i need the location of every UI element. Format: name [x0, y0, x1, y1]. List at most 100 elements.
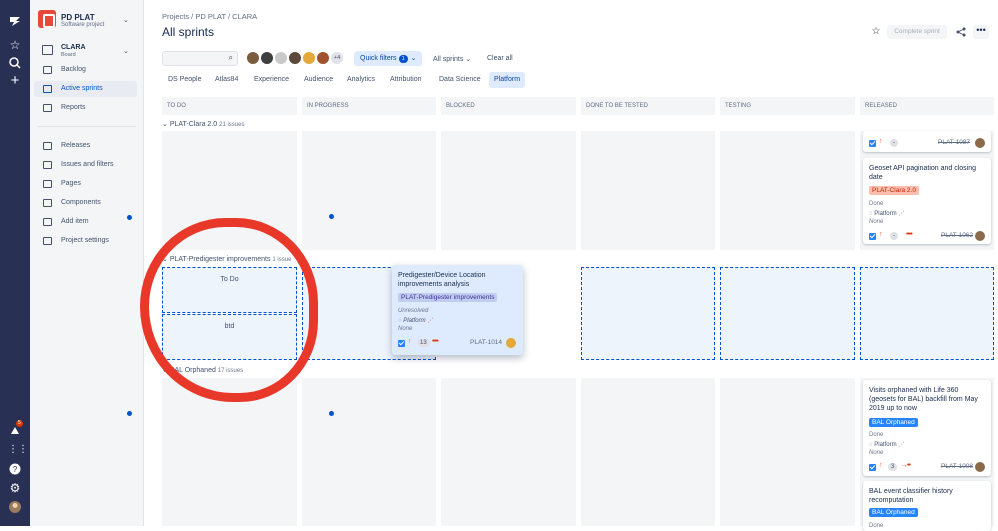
avatar[interactable]	[246, 51, 260, 65]
settings-gear-icon	[43, 237, 52, 245]
active-sprints-icon	[43, 85, 52, 93]
add-item-icon	[43, 218, 52, 226]
issue-summary: Geoset API pagination and closing date	[869, 165, 977, 181]
component-name: Platform	[403, 318, 426, 324]
help-icon[interactable]: ?	[8, 462, 22, 476]
more-avatars[interactable]: +4	[330, 51, 344, 65]
sidebar-item-backlog[interactable]: Backlog	[34, 62, 137, 78]
priority-dots-icon: ••••	[432, 338, 439, 345]
tab-audience[interactable]: Audience	[299, 72, 338, 88]
issue-key[interactable]: PLAT-1008	[941, 463, 973, 470]
quick-filters-count: 1	[398, 55, 408, 63]
issue-card[interactable]: BAL event classifier history recomputati…	[863, 481, 991, 531]
issue-card-dragging[interactable]: Predigester/Device Location improvements…	[392, 265, 523, 355]
sidebar-divider	[38, 126, 136, 127]
swimlane-name: PLAT-Clara 2.0	[169, 121, 218, 128]
component-icon: ◌	[869, 442, 873, 448]
global-nav: ☆ + 5 ⋮⋮ ? ⚙	[0, 0, 30, 526]
sidebar-item-label: Active sprints	[61, 85, 103, 92]
sidebar-item-add-item[interactable]: Add item	[34, 214, 137, 230]
issue-status: Done	[869, 201, 884, 207]
avatar[interactable]	[260, 51, 274, 65]
story-points-badge: 3	[888, 463, 898, 471]
avatar[interactable]	[302, 51, 316, 65]
tab-experience[interactable]: Experience	[249, 72, 294, 88]
priority-high-icon: ↑	[879, 462, 883, 469]
issue-key[interactable]: PLAT-1062	[941, 232, 973, 239]
profile-avatar[interactable]	[8, 500, 22, 514]
column-header-done-to-be-tested: DONE TO BE TESTED	[581, 97, 715, 115]
complete-sprint-button[interactable]: Complete sprint	[887, 25, 947, 39]
story-points-badge: -	[890, 232, 898, 240]
share-icon: ⋰	[427, 318, 434, 324]
project-sidebar: PD PLAT Software project ⌄ CLARA Board ⌄…	[30, 0, 144, 526]
story-type-icon	[869, 140, 876, 147]
issue-status: Unresolved	[398, 308, 429, 314]
issue-card[interactable]: Visits orphaned with Life 360 (geosets f…	[863, 380, 991, 476]
priority-dots-icon: →••	[901, 462, 911, 469]
drag-indicator-dot	[329, 411, 334, 416]
board-icon	[42, 45, 53, 55]
avatar[interactable]	[316, 51, 330, 65]
app-switcher-icon[interactable]: ⋮⋮	[8, 443, 28, 457]
drop-zone[interactable]	[860, 267, 994, 360]
tab-analytics[interactable]: Analytics	[342, 72, 380, 88]
drop-zone[interactable]	[720, 267, 855, 360]
breadcrumb[interactable]: Projects / PD PLAT / CLARA	[162, 12, 257, 21]
assignee-field: None	[869, 450, 884, 456]
component-name: Platform	[874, 442, 897, 448]
board-cell	[302, 378, 436, 526]
share-icon[interactable]	[953, 25, 969, 39]
clear-all-button[interactable]: Clear all	[487, 55, 513, 62]
star-icon[interactable]: ☆	[8, 38, 22, 52]
search-icon: ⌕	[228, 53, 233, 62]
sidebar-item-pages[interactable]: Pages	[34, 176, 137, 192]
epic-label: PLAT-Clara 2.0	[869, 186, 919, 195]
more-icon[interactable]: •••	[973, 25, 989, 39]
notifications-icon[interactable]: 5	[8, 420, 23, 438]
sidebar-item-releases[interactable]: Releases	[34, 138, 137, 154]
assignee-field: None	[398, 326, 413, 332]
board-cell	[441, 131, 576, 250]
board-cell	[720, 131, 855, 250]
chevron-down-icon[interactable]: ⌄	[123, 16, 129, 24]
sidebar-item-active-sprints[interactable]: Active sprints	[34, 81, 137, 97]
sidebar-item-issues-and-filters[interactable]: Issues and filters	[34, 157, 137, 173]
board-name[interactable]: CLARA	[61, 44, 86, 51]
sidebar-item-reports[interactable]: Reports	[34, 100, 137, 116]
column-header-in-progress: IN PROGRESS	[302, 97, 436, 115]
drag-indicator-dot	[127, 411, 132, 416]
tab-data-science[interactable]: Data Science	[434, 72, 486, 88]
avatar[interactable]	[274, 51, 288, 65]
issue-card[interactable]: ↑ - PLAT-1087	[863, 131, 991, 152]
sidebar-item-project-settings[interactable]: Project settings	[34, 233, 137, 249]
assignee-avatar	[506, 338, 516, 348]
chevron-down-icon[interactable]: ⌄	[123, 47, 129, 55]
quick-filters-dropdown[interactable]: Quick filters 1 ⌄	[354, 51, 422, 66]
issue-key[interactable]: PLAT-1087	[938, 139, 970, 146]
tab-attribution[interactable]: Attribution	[385, 72, 427, 88]
drag-indicator-dot	[127, 215, 132, 220]
priority-high-icon: ↑	[879, 138, 883, 145]
star-icon[interactable]: ☆	[869, 25, 883, 39]
swimlane-header[interactable]: ⌄ PLAT-Clara 2.0 21 issues	[162, 120, 244, 128]
page-title: All sprints	[162, 25, 215, 39]
search-icon[interactable]	[8, 56, 22, 70]
drag-indicator-dot	[329, 214, 334, 219]
tab-platform[interactable]: Platform	[489, 72, 526, 88]
create-icon[interactable]: +	[8, 73, 22, 88]
board-cell	[581, 378, 715, 526]
settings-icon[interactable]: ⚙	[8, 481, 22, 495]
search-input[interactable]: ⌕	[162, 51, 238, 66]
all-sprints-dropdown[interactable]: All sprints ⌄	[433, 55, 471, 63]
drop-zone[interactable]	[581, 267, 715, 360]
sidebar-item-components[interactable]: Components	[34, 195, 137, 211]
board-cell	[720, 378, 855, 526]
jira-logo-icon[interactable]	[8, 14, 22, 28]
issue-key[interactable]: PLAT-1014	[470, 339, 502, 346]
avatar[interactable]	[288, 51, 302, 65]
tab-ds-people[interactable]: DS People	[163, 72, 206, 88]
tab-atlas84[interactable]: Atlas84	[210, 72, 243, 88]
pages-icon	[43, 180, 52, 188]
issue-card[interactable]: Geoset API pagination and closing date P…	[863, 158, 991, 244]
